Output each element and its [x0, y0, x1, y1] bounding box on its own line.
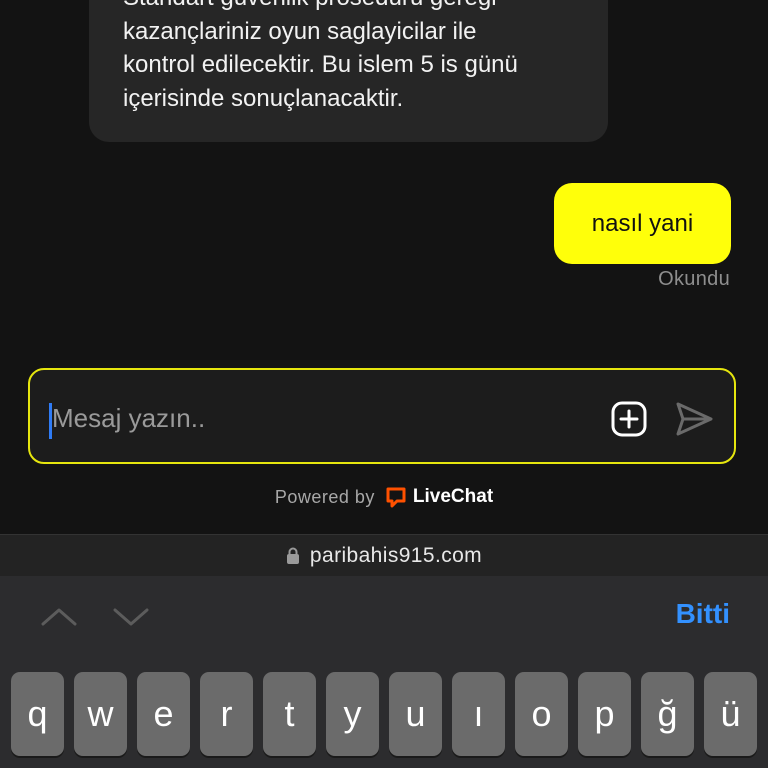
send-icon: [676, 402, 713, 436]
keyboard: q w e r t y u ı o p ğ ü: [0, 658, 768, 768]
key-p[interactable]: p: [578, 672, 631, 756]
next-field-button[interactable]: [111, 602, 151, 632]
key-u-umlaut[interactable]: ü: [704, 672, 757, 756]
done-button[interactable]: Bitti: [676, 598, 730, 630]
key-g-breve[interactable]: ğ: [641, 672, 694, 756]
key-dotless-i[interactable]: ı: [452, 672, 505, 756]
key-u[interactable]: u: [389, 672, 442, 756]
key-q[interactable]: q: [11, 672, 64, 756]
keyboard-toolbar: Bitti: [0, 576, 768, 658]
send-button[interactable]: [673, 398, 715, 440]
url-text: paribahis915.com: [309, 544, 483, 567]
powered-by: Powered by LiveChat: [0, 486, 768, 508]
browser-url-bar[interactable]: paribahis915.com: [0, 534, 768, 577]
key-t[interactable]: t: [263, 672, 316, 756]
chevron-down-icon: [113, 608, 149, 626]
agent-message-text: Standart güvenlik prosedürü gereği kazan…: [123, 0, 518, 112]
key-w[interactable]: w: [74, 672, 127, 756]
livechat-icon: [386, 487, 406, 508]
user-message-bubble: nasıl yani: [554, 183, 731, 264]
powered-by-label: Powered by: [274, 486, 375, 507]
plus-square-icon: [611, 401, 647, 437]
chat-area: Standart güvenlik prosedürü gereği kazan…: [0, 0, 768, 534]
livechat-brand: LiveChat: [412, 486, 494, 507]
attach-button[interactable]: [611, 401, 647, 437]
chevron-up-icon: [41, 608, 77, 626]
previous-field-button[interactable]: [39, 602, 79, 632]
key-o[interactable]: o: [515, 672, 568, 756]
key-r[interactable]: r: [200, 672, 253, 756]
livechat-logo[interactable]: LiveChat: [385, 486, 493, 508]
key-y[interactable]: y: [326, 672, 379, 756]
read-status: Okundu: [658, 268, 730, 290]
message-composer[interactable]: [28, 368, 736, 464]
key-e[interactable]: e: [137, 672, 190, 756]
message-input[interactable]: [52, 398, 572, 438]
user-message-text: nasıl yani: [591, 209, 694, 237]
lock-icon: [286, 547, 299, 564]
